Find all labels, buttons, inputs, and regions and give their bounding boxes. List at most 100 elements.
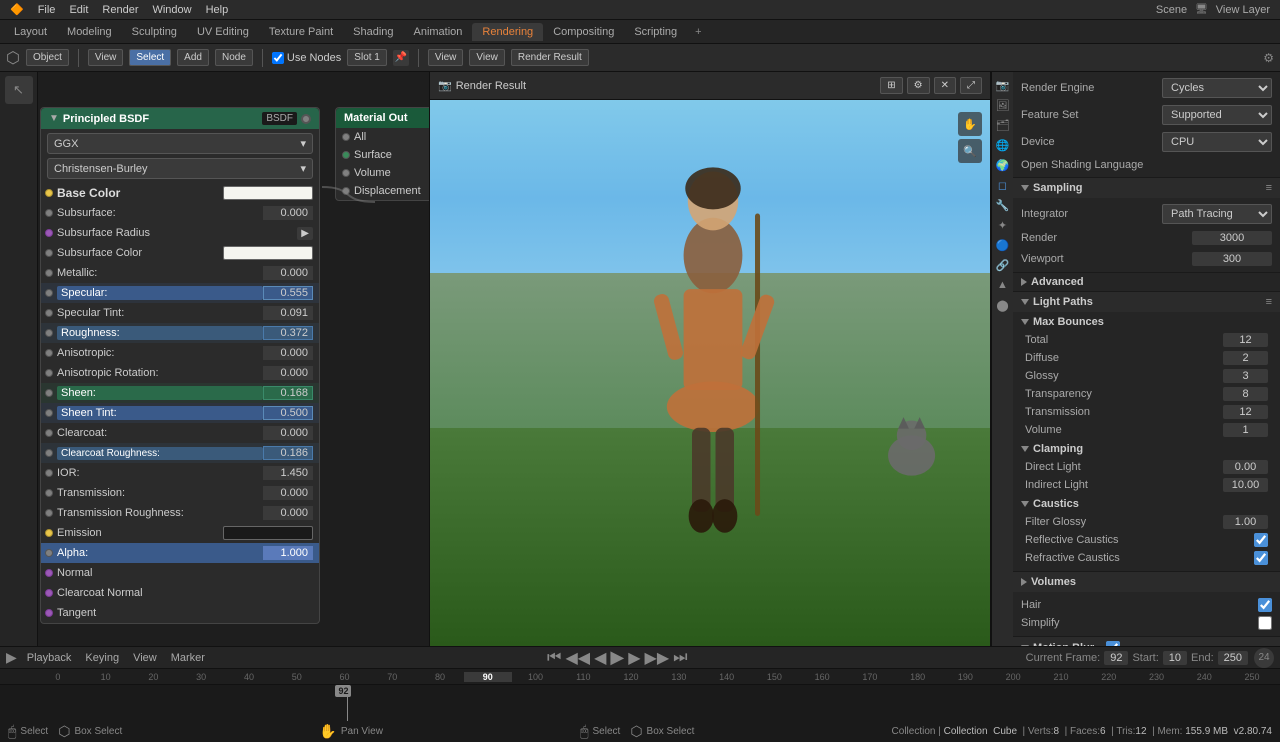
bounce-volume-value[interactable]: 1 bbox=[1223, 423, 1268, 437]
refractive-caustics-checkbox[interactable] bbox=[1254, 551, 1268, 565]
tab-texture-paint[interactable]: Texture Paint bbox=[259, 23, 343, 41]
jump-end-icon[interactable]: ⏭ bbox=[673, 649, 687, 667]
scene-icon[interactable]: ⚙ bbox=[1263, 51, 1274, 65]
clamping-header[interactable]: Clamping bbox=[1021, 443, 1272, 455]
slot-dropdown[interactable]: Slot 1 bbox=[347, 49, 387, 66]
material-props-icon[interactable]: ⬤ bbox=[994, 296, 1012, 314]
play-icon[interactable]: ▶ bbox=[610, 647, 624, 668]
specular-tint-value[interactable]: 0.091 bbox=[263, 306, 313, 320]
add-workspace-tab[interactable]: + bbox=[687, 23, 709, 41]
menu-render[interactable]: Render bbox=[96, 2, 144, 18]
caustics-header[interactable]: Caustics bbox=[1021, 498, 1272, 510]
motion-blur-enable-checkbox[interactable] bbox=[1106, 641, 1120, 646]
tab-layout[interactable]: Layout bbox=[4, 23, 57, 41]
menu-edit[interactable]: Edit bbox=[63, 2, 94, 18]
max-bounces-header[interactable]: Max Bounces bbox=[1021, 316, 1272, 328]
modifier-props-icon[interactable]: 🔧 bbox=[994, 196, 1012, 214]
bsdf-distribution-dropdown[interactable]: GGX ▾ bbox=[47, 133, 313, 154]
select-tool-icon[interactable]: ↖ bbox=[5, 76, 33, 104]
base-color-swatch[interactable] bbox=[223, 186, 313, 200]
bounce-glossy-value[interactable]: 3 bbox=[1223, 369, 1268, 383]
bsdf-subsurface-method-dropdown[interactable]: Christensen-Burley ▾ bbox=[47, 158, 313, 179]
prev-keyframe-icon[interactable]: ◀◀ bbox=[565, 648, 590, 668]
world-props-icon[interactable]: 🌍 bbox=[994, 156, 1012, 174]
pan-view-icon[interactable]: ✋ bbox=[958, 112, 982, 136]
reflective-caustics-checkbox[interactable] bbox=[1254, 533, 1268, 547]
clearcoat-value[interactable]: 0.000 bbox=[263, 426, 313, 440]
constraint-props-icon[interactable]: 🔗 bbox=[994, 256, 1012, 274]
view-menu-timeline[interactable]: View bbox=[129, 651, 161, 665]
end-frame-value[interactable]: 250 bbox=[1218, 651, 1248, 665]
tab-uv-editing[interactable]: UV Editing bbox=[187, 23, 259, 41]
sheen-value[interactable]: 0.168 bbox=[263, 386, 313, 400]
timeline-scrubber[interactable]: 92 bbox=[0, 685, 1280, 721]
motion-blur-header[interactable]: Motion Blur bbox=[1013, 637, 1280, 646]
transmission-roughness-value[interactable]: 0.000 bbox=[263, 506, 313, 520]
tab-compositing[interactable]: Compositing bbox=[543, 23, 624, 41]
particle-props-icon[interactable]: ✦ bbox=[994, 216, 1012, 234]
next-keyframe-icon[interactable]: ▶▶ bbox=[645, 648, 670, 668]
render-fullscreen-btn[interactable]: ⤢ bbox=[960, 77, 982, 94]
current-frame-value[interactable]: 92 bbox=[1104, 651, 1128, 665]
add-menu[interactable]: Add bbox=[177, 49, 209, 66]
simplify-checkbox[interactable] bbox=[1258, 616, 1272, 630]
menu-file[interactable]: File bbox=[32, 2, 62, 18]
emission-color-swatch[interactable] bbox=[223, 526, 313, 540]
bounce-transparency-value[interactable]: 8 bbox=[1223, 387, 1268, 401]
menu-help[interactable]: Help bbox=[200, 2, 235, 18]
pin-icon[interactable]: 📌 bbox=[393, 50, 409, 66]
specular-value[interactable]: 0.555 bbox=[263, 286, 313, 300]
alpha-value[interactable]: 1.000 bbox=[263, 546, 313, 560]
sampling-header[interactable]: Sampling ≡ bbox=[1013, 178, 1280, 198]
tab-animation[interactable]: Animation bbox=[404, 23, 473, 41]
feature-set-dropdown[interactable]: Supported Experimental bbox=[1162, 105, 1272, 125]
zoom-icon[interactable]: 🔍 bbox=[958, 139, 982, 163]
hair-checkbox[interactable] bbox=[1258, 598, 1272, 612]
direct-light-value[interactable]: 0.00 bbox=[1223, 460, 1268, 474]
render-settings-btn[interactable]: ⚙ bbox=[907, 77, 930, 94]
object-dropdown[interactable]: Object bbox=[26, 49, 69, 66]
select-menu[interactable]: Select bbox=[129, 49, 171, 66]
tab-rendering[interactable]: Rendering bbox=[472, 23, 543, 41]
roughness-value[interactable]: 0.372 bbox=[263, 326, 313, 340]
fps-indicator[interactable]: 24 bbox=[1254, 648, 1274, 668]
anisotropic-value[interactable]: 0.000 bbox=[263, 346, 313, 360]
sampling-presets-icon[interactable]: ≡ bbox=[1266, 182, 1272, 194]
marker-menu[interactable]: Marker bbox=[167, 651, 209, 665]
view-menu[interactable]: View bbox=[88, 49, 124, 66]
scene-props-icon[interactable]: 🌐 bbox=[994, 136, 1012, 154]
render-props-icon[interactable]: 📷 bbox=[994, 76, 1012, 94]
subsurface-radius-dropdown[interactable]: ▶ bbox=[297, 227, 313, 240]
use-nodes-checkbox[interactable] bbox=[272, 52, 284, 64]
anisotropic-rot-value[interactable]: 0.000 bbox=[263, 366, 313, 380]
menu-window[interactable]: Window bbox=[146, 2, 197, 18]
bounce-transmission-value[interactable]: 12 bbox=[1223, 405, 1268, 419]
playback-menu[interactable]: Playback bbox=[23, 651, 76, 665]
indirect-light-value[interactable]: 10.00 bbox=[1223, 478, 1268, 492]
render-view-btn[interactable]: ⊞ bbox=[880, 77, 902, 94]
sheen-tint-value[interactable]: 0.500 bbox=[263, 406, 313, 420]
render-engine-dropdown[interactable]: Cycles EEVEE bbox=[1162, 78, 1272, 98]
start-frame-value[interactable]: 10 bbox=[1163, 651, 1187, 665]
render-samples-value[interactable]: 3000 bbox=[1192, 231, 1272, 245]
render-overlay-btn[interactable]: Render Result bbox=[511, 49, 589, 66]
bsdf-collapse-icon[interactable]: ▼ bbox=[49, 113, 59, 124]
bounce-total-value[interactable]: 12 bbox=[1223, 333, 1268, 347]
tab-scripting[interactable]: Scripting bbox=[624, 23, 687, 41]
keying-menu[interactable]: Keying bbox=[81, 651, 123, 665]
view-btn-2[interactable]: View bbox=[428, 49, 464, 66]
tab-shading[interactable]: Shading bbox=[343, 23, 403, 41]
object-props-icon[interactable]: ◻ bbox=[994, 176, 1012, 194]
tab-sculpting[interactable]: Sculpting bbox=[122, 23, 187, 41]
metallic-value[interactable]: 0.000 bbox=[263, 266, 313, 280]
output-props-icon[interactable]: 🖼 bbox=[994, 96, 1012, 114]
ior-value[interactable]: 1.450 bbox=[263, 466, 313, 480]
jump-start-icon[interactable]: ⏮ bbox=[547, 649, 561, 667]
volumes-header[interactable]: Volumes bbox=[1013, 572, 1280, 592]
device-dropdown[interactable]: CPU GPU bbox=[1162, 132, 1272, 152]
physics-props-icon[interactable]: 🔵 bbox=[994, 236, 1012, 254]
blender-icon[interactable]: 🔶 bbox=[4, 1, 30, 18]
clearcoat-roughness-value[interactable]: 0.186 bbox=[263, 446, 313, 460]
light-paths-presets-icon[interactable]: ≡ bbox=[1266, 296, 1272, 308]
render-close-btn[interactable]: ✕ bbox=[934, 77, 956, 94]
